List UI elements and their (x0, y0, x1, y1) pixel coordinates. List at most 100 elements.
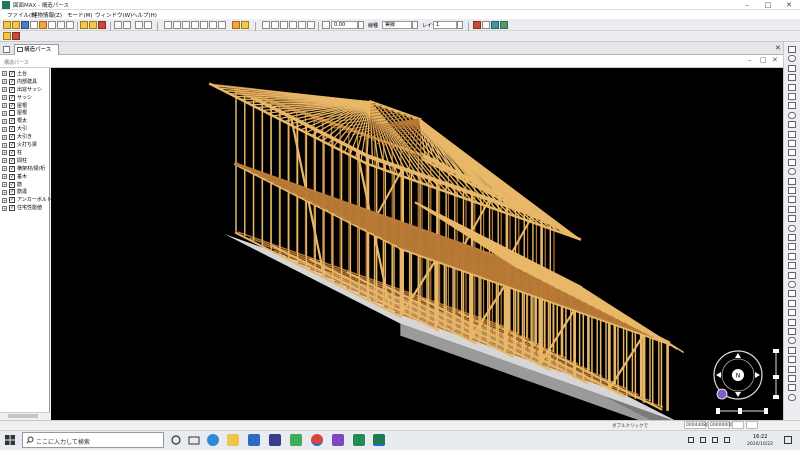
line-type-select[interactable]: 実線 (382, 21, 412, 29)
expand-icon[interactable]: + (2, 134, 7, 140)
circle-icon[interactable] (788, 121, 796, 129)
child-minimize-button[interactable]: – (748, 56, 752, 64)
chevron-down-icon[interactable] (457, 21, 463, 29)
select-icon[interactable] (788, 281, 796, 288)
window-tool-icon[interactable] (182, 21, 190, 29)
magnet-icon[interactable] (788, 252, 796, 260)
undo-icon[interactable] (114, 21, 122, 29)
tree-item[interactable]: + ✓ 根太 (2, 117, 27, 125)
arc-icon[interactable] (788, 158, 796, 166)
3d-viewport[interactable] (51, 68, 783, 420)
store-icon[interactable] (269, 434, 281, 446)
tree-item[interactable]: + ✓ 住宅性能値 (2, 204, 42, 212)
tree-item[interactable]: + ✓ 火打ち梁 (2, 141, 37, 149)
tree-item[interactable]: + ✓ 筋違 (2, 189, 27, 197)
expand-icon[interactable]: + (2, 189, 7, 195)
home-icon[interactable] (3, 32, 11, 40)
zoom-slider-thumb[interactable] (773, 375, 779, 379)
new-file-icon[interactable] (3, 21, 11, 29)
tree-item-checkbox[interactable]: ✓ (9, 70, 15, 77)
tree-item[interactable]: + ✓ アンカーボルト (2, 196, 52, 204)
tree-item-checkbox[interactable]: ✓ (9, 78, 15, 85)
text-box-icon[interactable] (788, 196, 796, 204)
app-icon-purple[interactable] (332, 434, 344, 446)
minimize-button[interactable]: – (737, 0, 757, 10)
break-icon[interactable] (788, 365, 796, 373)
hatch-icon[interactable] (788, 224, 796, 232)
tree-item[interactable]: + ✓ 柱 (2, 149, 22, 157)
edge-browser-icon[interactable] (207, 434, 219, 446)
close-button[interactable]: ✕ (779, 0, 799, 10)
orbit-icon[interactable] (716, 388, 728, 400)
tree-item-checkbox[interactable]: ✓ (9, 205, 15, 212)
pin-icon[interactable] (98, 21, 106, 29)
expand-icon[interactable]: + (2, 71, 7, 77)
menu-mode[interactable]: モード(M) (67, 11, 93, 19)
room-icon[interactable] (209, 21, 217, 29)
zoom-down-icon[interactable] (773, 395, 779, 399)
mirror-icon[interactable] (788, 318, 796, 326)
arrow-left-icon[interactable] (716, 372, 721, 378)
tree-item-checkbox[interactable]: ✓ (9, 173, 15, 180)
redo-icon[interactable] (123, 21, 131, 29)
line-icon[interactable] (788, 46, 796, 53)
tab-list-icon[interactable] (3, 46, 10, 53)
text-icon[interactable] (788, 187, 796, 194)
tree-item-checkbox[interactable] (9, 110, 15, 117)
tree-item[interactable]: + ✓ 屋根 (2, 102, 27, 110)
highlight-icon[interactable] (232, 21, 240, 29)
arrow-down-icon[interactable] (735, 392, 741, 397)
tree-item-checkbox[interactable]: ✓ (9, 181, 15, 188)
notification-icon[interactable] (784, 436, 792, 444)
tree-item[interactable]: + ✓ 土台 (2, 70, 27, 78)
save-icon[interactable] (21, 21, 29, 29)
menu-building-info[interactable]: 建物情報(Z) (32, 11, 62, 19)
color-picker-icon[interactable] (482, 21, 490, 29)
tree-item-checkbox[interactable]: ✓ (9, 149, 15, 156)
arrow-up-icon[interactable] (735, 353, 741, 358)
tree-item-checkbox[interactable]: ✓ (9, 94, 15, 101)
tree-item[interactable]: + ✓ 間柱 (2, 157, 27, 165)
tree-item[interactable]: + ✓ 出窓サッシ (2, 86, 42, 94)
maximize-button[interactable]: □ (758, 0, 778, 10)
expand-icon[interactable]: + (2, 118, 7, 124)
expand-icon[interactable]: + (2, 79, 7, 85)
structure-icon[interactable] (241, 21, 249, 29)
stamp-icon[interactable] (788, 384, 796, 392)
file-explorer-icon[interactable] (227, 434, 239, 446)
rectangle-icon[interactable] (788, 64, 796, 72)
ellipse-icon[interactable] (788, 149, 796, 157)
taskbar-clock-date[interactable]: 2020/10/22 (747, 442, 773, 447)
arc-icon[interactable] (788, 93, 796, 100)
windows-start-icon[interactable] (4, 434, 16, 446)
dimension-icon[interactable] (788, 215, 796, 223)
trim-icon[interactable] (788, 328, 796, 335)
print-icon[interactable] (30, 21, 38, 29)
tree-item-checkbox[interactable]: ✓ (9, 86, 15, 93)
rotate-slider-thumb[interactable] (738, 408, 742, 414)
layer-select[interactable]: 1 (433, 21, 457, 29)
input-method-icon[interactable] (724, 437, 730, 443)
child-close-button[interactable]: ✕ (772, 56, 778, 64)
volume-icon[interactable] (712, 437, 718, 443)
ellipse-icon[interactable] (788, 140, 796, 147)
zoom-up-icon[interactable] (773, 349, 779, 353)
layer-icon[interactable] (89, 21, 97, 29)
tree-item-checkbox[interactable]: ✓ (9, 157, 15, 164)
zoom-out-icon[interactable] (271, 21, 279, 29)
redraw-icon[interactable] (307, 21, 315, 29)
app-icon-active[interactable] (311, 434, 323, 446)
tree-item[interactable]: + ✓ 大引 (2, 125, 27, 133)
menu-help[interactable]: ヘルプ(H) (132, 11, 157, 19)
move-icon[interactable] (788, 290, 796, 298)
circle-icon[interactable] (788, 130, 796, 138)
zigzag-icon[interactable] (788, 83, 796, 91)
expand-icon[interactable]: + (2, 197, 7, 203)
fillet-icon[interactable] (788, 346, 796, 354)
app-icon-teal[interactable] (353, 434, 365, 446)
tree-item[interactable]: + ✓ 横架材/梁/桁 (2, 165, 45, 173)
arrow-right-icon[interactable] (755, 372, 760, 378)
stairs-icon[interactable] (200, 21, 208, 29)
chevron-down-icon[interactable] (412, 21, 418, 29)
copy-icon[interactable] (57, 21, 65, 29)
